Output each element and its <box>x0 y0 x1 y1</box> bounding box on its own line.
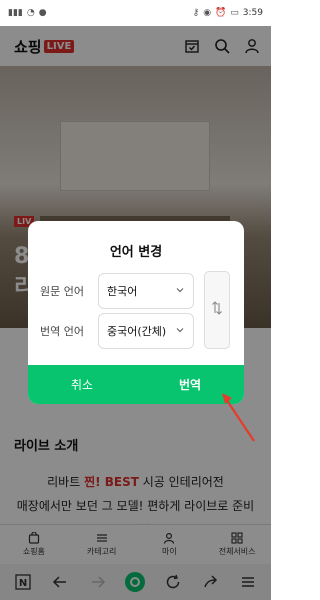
pointer-arrow-annotation <box>222 393 255 442</box>
target-language-value: 중국어(간체) <box>107 325 167 338</box>
dialog-title: 언어 변경 <box>109 245 163 260</box>
status-left-icons: ▮▮▮ ◔ ● <box>8 8 47 18</box>
wifi-icon: ◔ <box>26 8 35 18</box>
source-language-row: 원문 언어 한국어 <box>40 273 194 309</box>
notification-icon: ● <box>38 8 47 18</box>
language-change-dialog: 언어 변경 원문 언어 한국어 번역 언어 중국어(간체) 취소 번역 <box>28 221 244 404</box>
key-icon: ⚷ <box>192 8 200 18</box>
eye-icon: ◉ <box>203 8 212 18</box>
status-bar: ▮▮▮ ◔ ● ⚷ ◉ ⏰ ▭ 3:59 <box>0 0 271 26</box>
source-language-select[interactable]: 한국어 <box>98 273 194 309</box>
sim-signal-icon: ▮▮▮ <box>8 8 23 18</box>
source-language-label: 원문 언어 <box>40 285 84 298</box>
alarm-icon: ⏰ <box>215 8 227 18</box>
source-language-value: 한국어 <box>107 285 138 298</box>
status-time: 3:59 <box>242 8 263 18</box>
status-right-icons: ⚷ ◉ ⏰ ▭ 3:59 <box>193 8 263 18</box>
swap-languages-button[interactable] <box>204 271 230 349</box>
target-language-label: 번역 언어 <box>40 325 84 338</box>
battery-icon: ▭ <box>230 8 239 18</box>
cancel-button[interactable]: 취소 <box>28 365 136 404</box>
target-language-row: 번역 언어 중국어(간체) <box>40 313 194 349</box>
target-language-select[interactable]: 중국어(간체) <box>98 313 194 349</box>
chevron-down-icon <box>175 285 185 298</box>
swap-arrows-icon <box>211 300 223 320</box>
chevron-down-icon <box>175 325 185 338</box>
